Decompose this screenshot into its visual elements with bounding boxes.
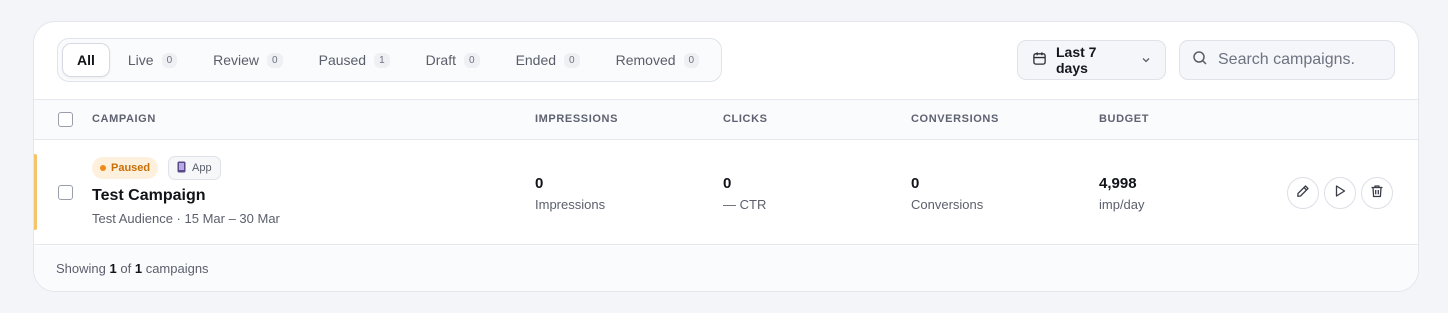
toolbar: All Live 0 Review 0 Paused 1 Draft 0 End… — [34, 22, 1418, 99]
budget-value: 4,998 — [1099, 175, 1137, 192]
select-all-checkbox[interactable] — [58, 112, 73, 127]
tab-removed[interactable]: Removed 0 — [598, 43, 717, 77]
search-icon — [1192, 50, 1208, 71]
trash-icon — [1370, 184, 1384, 203]
table-header: CAMPAIGN IMPRESSIONS CLICKS CONVERSIONS … — [34, 99, 1418, 140]
delete-button[interactable] — [1361, 177, 1393, 209]
tab-count: 0 — [683, 52, 700, 68]
search-input[interactable] — [1218, 51, 1378, 69]
tab-label: All — [77, 52, 95, 68]
status-dot-icon — [100, 165, 106, 171]
tab-ended[interactable]: Ended 0 — [498, 43, 598, 77]
row-checkbox[interactable] — [58, 185, 73, 200]
tab-label: Ended — [515, 52, 557, 68]
resume-button[interactable] — [1324, 177, 1356, 209]
tab-count: 0 — [267, 52, 283, 68]
tab-paused[interactable]: Paused 1 — [301, 43, 408, 77]
summary-of: of — [120, 261, 132, 276]
conversions-label: Conversions — [911, 197, 984, 212]
clicks-value: 0 — [723, 175, 732, 192]
tab-label: Draft — [425, 52, 456, 68]
column-header-campaign[interactable]: CAMPAIGN — [92, 113, 156, 125]
column-header-clicks[interactable]: CLICKS — [723, 113, 768, 125]
tab-draft[interactable]: Draft 0 — [408, 43, 498, 77]
tab-label: Live — [127, 52, 154, 68]
impressions-value: 0 — [535, 175, 544, 192]
tab-count: 0 — [161, 52, 178, 68]
table-row[interactable]: Paused App Test Campaign Test Audience ·… — [34, 140, 1418, 245]
tab-count: 0 — [464, 52, 480, 68]
column-header-conversions[interactable]: CONVERSIONS — [911, 113, 999, 125]
budget-unit: imp/day — [1099, 197, 1145, 212]
campaign-meta: Test Audience · 15 Mar – 30 Mar — [92, 211, 280, 226]
tab-all[interactable]: All — [62, 43, 110, 77]
status-label: Paused — [111, 162, 151, 174]
conversions-cell: 0 Conversions — [911, 175, 983, 212]
ctr-label: — CTR — [723, 197, 767, 212]
tab-review[interactable]: Review 0 — [195, 43, 300, 77]
pencil-icon — [1296, 184, 1310, 203]
tab-count: 1 — [374, 52, 390, 68]
status-badge: Paused — [92, 157, 159, 179]
impressions-cell: 0 Impressions — [535, 175, 605, 212]
clicks-cell: 0 — CTR — [723, 175, 766, 212]
column-header-impressions[interactable]: IMPRESSIONS — [535, 113, 618, 125]
tab-count: 0 — [564, 52, 580, 68]
campaign-name[interactable]: Test Campaign — [92, 187, 206, 205]
table-footer: Showing 1 of 1 campaigns — [34, 246, 1418, 291]
summary-prefix: Showing — [56, 261, 106, 276]
calendar-icon — [1032, 51, 1047, 69]
search-box — [1179, 40, 1395, 80]
type-label: App — [192, 162, 212, 174]
conversions-value: 0 — [911, 175, 920, 192]
chevron-down-icon — [1141, 52, 1151, 68]
phone-icon — [177, 161, 186, 176]
date-range-label: Last 7 days — [1056, 44, 1097, 76]
total-count: 1 — [134, 261, 143, 276]
impressions-label: Impressions — [535, 197, 606, 212]
edit-button[interactable] — [1287, 177, 1319, 209]
date-range-button[interactable]: Last 7 days — [1017, 40, 1166, 80]
tab-label: Removed — [615, 52, 676, 68]
type-badge: App — [168, 156, 221, 180]
budget-cell: 4,998 imp/day — [1099, 175, 1145, 212]
campaigns-card: All Live 0 Review 0 Paused 1 Draft 0 End… — [33, 21, 1419, 292]
summary-suffix: campaigns — [145, 261, 209, 276]
row-actions — [1287, 177, 1393, 209]
status-tabs: All Live 0 Review 0 Paused 1 Draft 0 End… — [57, 38, 723, 82]
status-accent-bar — [34, 154, 37, 230]
play-icon — [1333, 184, 1347, 203]
shown-count: 1 — [109, 261, 117, 276]
tab-label: Review — [213, 52, 260, 68]
pagination-summary: Showing 1 of 1 campaigns — [56, 261, 209, 276]
tab-live[interactable]: Live 0 — [110, 43, 195, 77]
tab-label: Paused — [318, 52, 367, 68]
column-header-budget[interactable]: BUDGET — [1099, 113, 1149, 125]
